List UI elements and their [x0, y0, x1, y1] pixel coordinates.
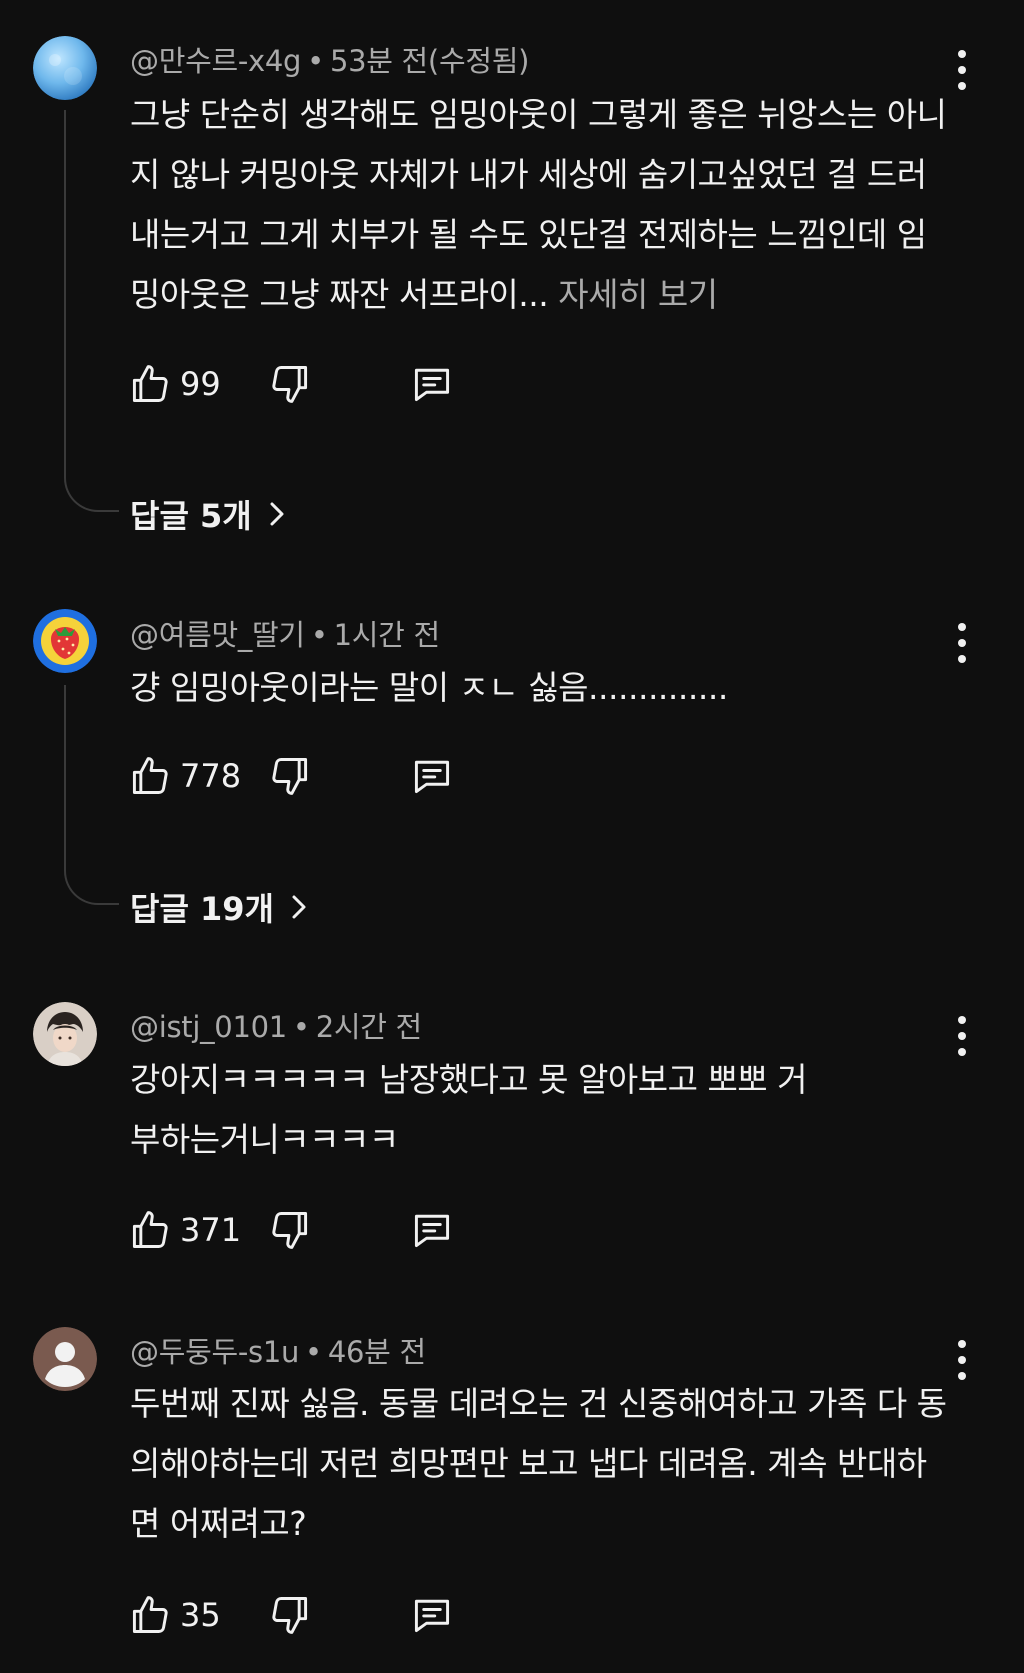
comment-text: 강아지ㅋㅋㅋㅋㅋ 남장했다고 못 알아보고 뽀뽀 거부하는거니ㅋㅋㅋㅋ	[130, 1050, 830, 1170]
comment-author[interactable]: @두둥두-s1u	[130, 1335, 299, 1369]
thumbs-up-icon	[132, 365, 168, 402]
comment-text: 걍 임밍아웃이라는 말이 ㅈㄴ 싫음..............	[130, 658, 950, 718]
thumbs-down-icon	[272, 1212, 308, 1249]
dislike-button[interactable]	[268, 1206, 312, 1254]
comment-author[interactable]: @여름맛_딸기	[130, 618, 305, 652]
comment-actions: 99	[128, 360, 548, 408]
thumbs-down-icon	[272, 758, 308, 795]
more-options-icon[interactable]	[950, 1016, 974, 1056]
blue-planet-avatar[interactable]	[33, 36, 97, 100]
meta-separator: •	[292, 1010, 310, 1044]
more-options-icon[interactable]	[950, 1340, 974, 1380]
comment-text: 그냥 단순히 생각해도 임밍아웃이 그렇게 좋은 뉘앙스는 아니지 않나 커밍아…	[130, 85, 950, 325]
strawberry-avatar[interactable]	[33, 609, 97, 673]
comment-text: 두번째 진짜 싫음. 동물 데려오는 건 신중해여하고 가족 다 동의해야하는데…	[130, 1374, 950, 1554]
more-options-icon[interactable]	[950, 50, 974, 90]
like-count: 99	[180, 365, 221, 403]
comment-meta: @두둥두-s1u • 46분 전	[130, 1329, 426, 1371]
thumbs-up-icon	[132, 757, 168, 794]
comment-meta: @만수르-x4g • 53분 전(수정됨)	[130, 38, 529, 80]
dislike-button[interactable]	[268, 752, 312, 800]
comment-time: 46분 전	[327, 1335, 426, 1369]
more-options-icon[interactable]	[950, 623, 974, 663]
comment-text-content: 걍 임밍아웃이라는 말이 ㅈㄴ 싫음..............	[130, 668, 728, 707]
dislike-button[interactable]	[268, 1591, 312, 1639]
like-button[interactable]: 35	[128, 1591, 221, 1639]
like-button[interactable]: 371	[128, 1206, 241, 1254]
thumbs-up-icon	[132, 1211, 168, 1248]
comment-text-content: 두번째 진짜 싫음. 동물 데려오는 건 신중해여하고 가족 다 동의해야하는데…	[130, 1384, 947, 1543]
reply-button[interactable]	[410, 360, 454, 408]
like-button[interactable]: 778	[128, 752, 241, 800]
read-more-link[interactable]: 자세히 보기	[558, 275, 718, 314]
reply-button[interactable]	[410, 752, 454, 800]
replies-label: 답글 19개	[130, 890, 274, 928]
thumbs-down-icon	[272, 366, 308, 403]
comment-icon	[414, 368, 450, 402]
comment-actions: 778	[128, 752, 548, 800]
comment-time: 53분 전(수정됨)	[329, 44, 530, 78]
like-count: 371	[180, 1211, 242, 1249]
chevron-right-icon	[270, 502, 284, 526]
comment-icon	[414, 1214, 450, 1248]
thread-line	[64, 685, 119, 905]
like-count: 35	[180, 1596, 221, 1634]
view-replies-button[interactable]: 답글 5개	[130, 491, 288, 537]
comment-meta: @istj_0101 • 2시간 전	[130, 1004, 422, 1046]
like-button[interactable]: 99	[128, 360, 221, 408]
comment-author[interactable]: @istj_0101	[130, 1010, 287, 1044]
comment-meta: @여름맛_딸기 • 1시간 전	[130, 612, 440, 654]
view-replies-button[interactable]: 답글 19개	[130, 884, 310, 930]
reply-button[interactable]	[410, 1591, 454, 1639]
person-photo-avatar[interactable]	[33, 1002, 97, 1066]
meta-separator: •	[310, 618, 328, 652]
comment-author[interactable]: @만수르-x4g	[130, 44, 301, 78]
comment-icon	[414, 760, 450, 794]
meta-separator: •	[307, 44, 324, 78]
comment-text-content: 강아지ㅋㅋㅋㅋㅋ 남장했다고 못 알아보고 뽀뽀 거부하는거니ㅋㅋㅋㅋ	[130, 1060, 808, 1159]
reply-button[interactable]	[410, 1206, 454, 1254]
chevron-right-icon	[292, 895, 306, 919]
comment-actions: 35	[128, 1591, 548, 1639]
replies-label: 답글 5개	[130, 497, 252, 535]
thumbs-down-icon	[272, 1597, 308, 1634]
thumbs-up-icon	[132, 1596, 168, 1633]
comment-text-content: 그냥 단순히 생각해도 임밍아웃이 그렇게 좋은 뉘앙스는 아니지 않나 커밍아…	[130, 95, 947, 314]
meta-separator: •	[305, 1335, 322, 1369]
default-user-avatar[interactable]	[33, 1327, 97, 1391]
thread-line	[64, 110, 119, 512]
comment-time: 2시간 전	[315, 1010, 423, 1044]
comment-actions: 371	[128, 1206, 548, 1254]
comment-time: 1시간 전	[333, 618, 441, 652]
comment-icon	[414, 1599, 450, 1633]
dislike-button[interactable]	[268, 360, 312, 408]
like-count: 778	[180, 757, 242, 795]
